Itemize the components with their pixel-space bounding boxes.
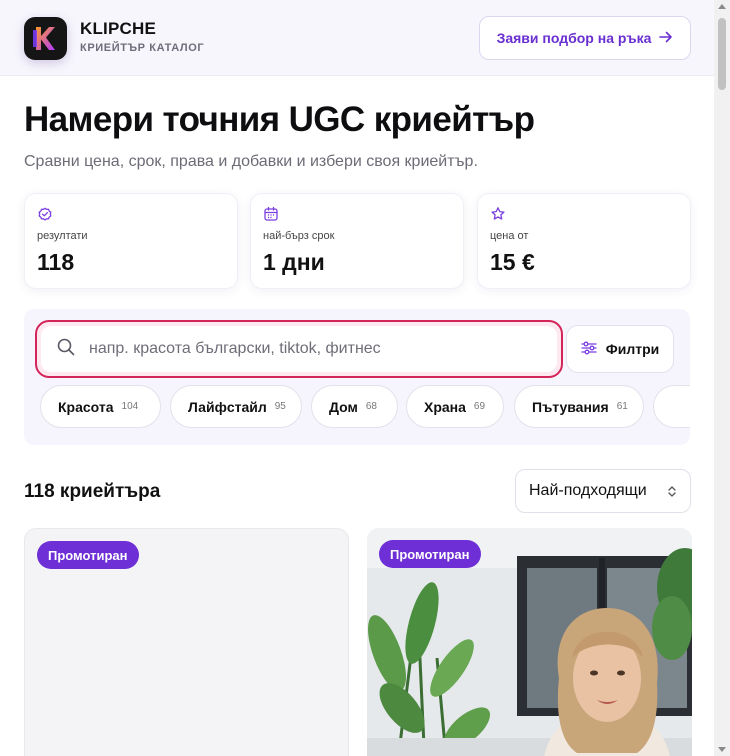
star-icon	[490, 206, 506, 222]
cta-label: Заяви подбор на ръка	[496, 30, 652, 46]
filters-button[interactable]: Филтри	[566, 325, 674, 373]
stat-card-price: цена от 15 €	[477, 193, 691, 289]
promoted-badge: Промотиран	[379, 540, 481, 568]
stat-value: 15 €	[490, 249, 535, 275]
page: KLIPCHE КРИЕЙТЪР КАТАЛОГ Заяви подбор на…	[0, 0, 714, 756]
chip-count: 69	[473, 401, 486, 412]
page-subtitle: Сравни цена, срок, права и добавки и изб…	[24, 153, 478, 170]
brand-logo[interactable]	[24, 17, 67, 60]
chip-label: Лайфстайл	[188, 398, 267, 415]
search-icon	[57, 338, 75, 361]
category-chip-lifestyle[interactable]: Лайфстайл 95	[170, 385, 302, 428]
sliders-icon	[581, 341, 597, 358]
chip-count: 68	[365, 401, 377, 412]
category-chip-home[interactable]: Дом 68	[311, 385, 398, 428]
stat-label: резултати	[37, 230, 88, 242]
category-chip-beauty[interactable]: Красота 104	[40, 385, 161, 428]
creator-card[interactable]: Промотиран	[24, 528, 349, 756]
stat-card-fastest: най-бърз срок 1 дни	[250, 193, 464, 289]
brand-name: KLIPCHE	[80, 19, 157, 38]
chip-label: Пътувания	[532, 398, 609, 415]
stat-label: най-бърз срок	[263, 230, 335, 242]
filters-label: Филтри	[605, 341, 660, 357]
scroll-up-icon[interactable]	[718, 4, 726, 9]
category-chip-food[interactable]: Храна 69	[406, 385, 504, 428]
scroll-down-icon[interactable]	[718, 747, 726, 752]
page-title: Намери точния UGC криейтър	[24, 100, 535, 139]
header: KLIPCHE КРИЕЙТЪР КАТАЛОГ Заяви подбор на…	[0, 0, 714, 76]
calendar-icon	[263, 206, 279, 222]
promoted-badge: Промотиран	[37, 541, 139, 569]
chip-label: Красота	[58, 398, 114, 415]
sort-selected-value: Най-подходящи	[529, 482, 647, 499]
search-field	[41, 326, 557, 372]
chip-label: Храна	[424, 398, 466, 415]
request-manual-match-button[interactable]: Заяви подбор на ръка	[479, 16, 691, 60]
check-badge-icon	[37, 206, 53, 222]
chip-count: 104	[121, 401, 139, 412]
stat-value: 118	[37, 249, 75, 275]
scrollbar-thumb[interactable]	[718, 18, 726, 90]
chip-count: 61	[616, 401, 628, 412]
stat-card-results: резултати 118	[24, 193, 238, 289]
search-panel: Филтри Красота 104 Лайфстайл 95 Дом 68 Х…	[24, 309, 690, 445]
chip-label: Дом	[329, 398, 358, 415]
search-input[interactable]	[89, 340, 529, 358]
category-chip-travel[interactable]: Пътувания 61	[514, 385, 644, 428]
results-count: 118 криейтъра	[24, 481, 161, 502]
page-scrollbar[interactable]	[714, 0, 730, 756]
chevron-updown-icon	[667, 485, 677, 503]
stat-value: 1 дни	[263, 249, 325, 275]
arrow-right-icon	[659, 30, 673, 47]
category-chip-more[interactable]	[653, 385, 690, 428]
category-chips: Красота 104 Лайфстайл 95 Дом 68 Храна 69…	[40, 385, 690, 429]
brand-subtitle: КРИЕЙТЪР КАТАЛОГ	[80, 42, 205, 54]
sort-select[interactable]: Най-подходящи	[515, 469, 691, 513]
search-box	[35, 320, 563, 378]
chip-count: 95	[274, 401, 286, 412]
stat-label: цена от	[490, 230, 529, 242]
creator-card[interactable]: Промотиран	[367, 528, 692, 756]
